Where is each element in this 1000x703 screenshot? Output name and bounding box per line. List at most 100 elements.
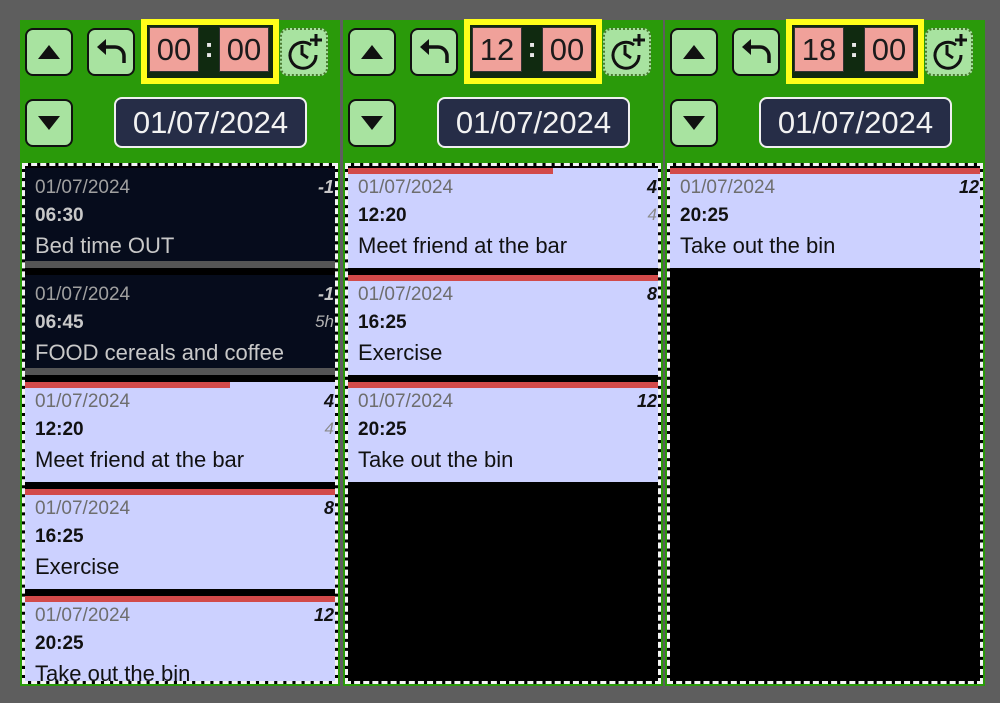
list-item[interactable]: 01/07/2024 8 16:25 Exercise [348, 275, 658, 375]
entry-count: 12 [958, 177, 979, 197]
time-picker: 18 : 00 [786, 19, 924, 84]
scroll-down-button[interactable] [25, 99, 73, 147]
scheduler-panel: 00 : 00 01/07/2024 01/07/2024 -1 06:30 B… [20, 19, 340, 686]
event-list[interactable]: 01/07/2024 12 20:25 Take out the bin [667, 163, 983, 684]
list-item[interactable]: 01/07/2024 -1 06:30 Bed time OUT [25, 168, 335, 268]
event-list[interactable]: 01/07/2024 -1 06:30 Bed time OUT 01/07/2… [22, 163, 338, 684]
add-alarm-icon [288, 34, 322, 70]
time-separator: : [527, 32, 537, 63]
entry-date: 01/07/2024 [35, 498, 131, 519]
minute-field[interactable]: 00 [219, 27, 269, 72]
entry-title: Exercise [358, 340, 443, 365]
entry-date: 01/07/2024 [35, 284, 131, 305]
scheduler-panel: 12 : 00 01/07/2024 01/07/2024 4 12:20 4 … [343, 19, 663, 686]
time-picker: 12 : 00 [464, 19, 602, 84]
entry-title: Take out the bin [680, 233, 836, 258]
entry-title: Meet friend at the bar [35, 447, 245, 472]
hour-field[interactable]: 12 [472, 27, 522, 72]
entry-date: 01/07/2024 [35, 391, 131, 412]
entry-count: 8 [323, 498, 334, 518]
triangle-down-icon [361, 116, 383, 130]
entry-time: 06:45 [35, 312, 84, 333]
event-list[interactable]: 01/07/2024 4 12:20 4 Meet friend at the … [345, 163, 661, 684]
hour-field[interactable]: 18 [794, 27, 844, 72]
entry-date: 01/07/2024 [358, 391, 454, 412]
entry-duration: 5h [315, 312, 334, 331]
triangle-up-icon [683, 45, 705, 59]
entry-count: -1 [317, 177, 334, 197]
scroll-up-button[interactable] [348, 28, 396, 76]
minute-field[interactable]: 00 [542, 27, 592, 72]
entry-date: 01/07/2024 [358, 284, 454, 305]
progress-bar [25, 489, 335, 495]
list-item[interactable]: 01/07/2024 -1 06:45 5h FOOD cereals and … [25, 275, 335, 375]
time-picker: 00 : 00 [141, 19, 279, 84]
entry-title: Take out the bin [358, 447, 514, 472]
entry-count: 12 [313, 605, 334, 625]
progress-bar [670, 168, 980, 174]
date-selector[interactable]: 01/07/2024 [114, 97, 307, 148]
entry-time: 16:25 [358, 312, 407, 333]
list-item[interactable]: 01/07/2024 12 20:25 Take out the bin [348, 382, 658, 482]
entry-date: 01/07/2024 [35, 177, 131, 198]
undo-arrow-icon [742, 39, 771, 63]
list-item[interactable]: 01/07/2024 4 12:20 4 Meet friend at the … [25, 382, 335, 482]
list-item[interactable]: 01/07/2024 4 12:20 4 Meet friend at the … [348, 168, 658, 268]
undo-button[interactable] [410, 28, 458, 76]
undo-arrow-icon [420, 39, 449, 63]
entry-time: 12:20 [35, 419, 84, 440]
list-item[interactable]: 01/07/2024 12 20:25 Take out the bin [670, 168, 980, 268]
add-alarm-button[interactable] [925, 28, 973, 76]
entry-count: 12 [636, 391, 657, 411]
entry-title: FOOD cereals and coffee [35, 340, 285, 365]
undo-button[interactable] [87, 28, 135, 76]
add-alarm-icon [933, 34, 967, 70]
undo-button[interactable] [732, 28, 780, 76]
time-separator: : [849, 32, 859, 63]
entry-date: 01/07/2024 [35, 605, 131, 626]
undo-arrow-icon [97, 39, 126, 63]
entry-time: 20:25 [35, 633, 84, 654]
entry-title: Meet friend at the bar [358, 233, 568, 258]
triangle-down-icon [683, 116, 705, 130]
scheduler-panel: 18 : 00 01/07/2024 01/07/2024 12 20:25 T… [665, 19, 985, 686]
progress-bar [348, 275, 658, 281]
entry-duration: 4 [647, 205, 657, 224]
progress-bar [25, 596, 335, 602]
scroll-up-button[interactable] [670, 28, 718, 76]
list-item[interactable]: 01/07/2024 8 16:25 Exercise [25, 489, 335, 589]
entry-time: 20:25 [680, 205, 729, 226]
entry-count: 4 [646, 177, 657, 197]
entry-count: 8 [646, 284, 657, 304]
triangle-down-icon [38, 116, 60, 130]
list-item[interactable]: 01/07/2024 12 20:25 Take out the bin [25, 596, 335, 684]
scroll-down-button[interactable] [670, 99, 718, 147]
hour-field[interactable]: 00 [149, 27, 199, 72]
entry-date: 01/07/2024 [358, 177, 454, 198]
progress-bar [25, 382, 230, 388]
entry-count: 4 [323, 391, 334, 411]
entry-title: Take out the bin [35, 661, 191, 684]
minute-field[interactable]: 00 [864, 27, 914, 72]
entry-time: 06:30 [35, 205, 84, 226]
triangle-up-icon [38, 45, 60, 59]
entry-duration: 4 [324, 419, 334, 438]
entry-date: 01/07/2024 [680, 177, 776, 198]
date-selector[interactable]: 01/07/2024 [759, 97, 952, 148]
entry-title: Bed time OUT [35, 233, 175, 258]
add-alarm-icon [611, 34, 645, 70]
progress-bar [348, 168, 553, 174]
time-separator: : [204, 32, 214, 63]
date-selector[interactable]: 01/07/2024 [437, 97, 630, 148]
entry-title: Exercise [35, 554, 120, 579]
scroll-up-button[interactable] [25, 28, 73, 76]
entry-count: -1 [317, 284, 334, 304]
progress-bar [348, 382, 658, 388]
add-alarm-button[interactable] [280, 28, 328, 76]
scroll-down-button[interactable] [348, 99, 396, 147]
entry-time: 12:20 [358, 205, 407, 226]
entry-time: 20:25 [358, 419, 407, 440]
add-alarm-button[interactable] [603, 28, 651, 76]
triangle-up-icon [361, 45, 383, 59]
entry-time: 16:25 [35, 526, 84, 547]
